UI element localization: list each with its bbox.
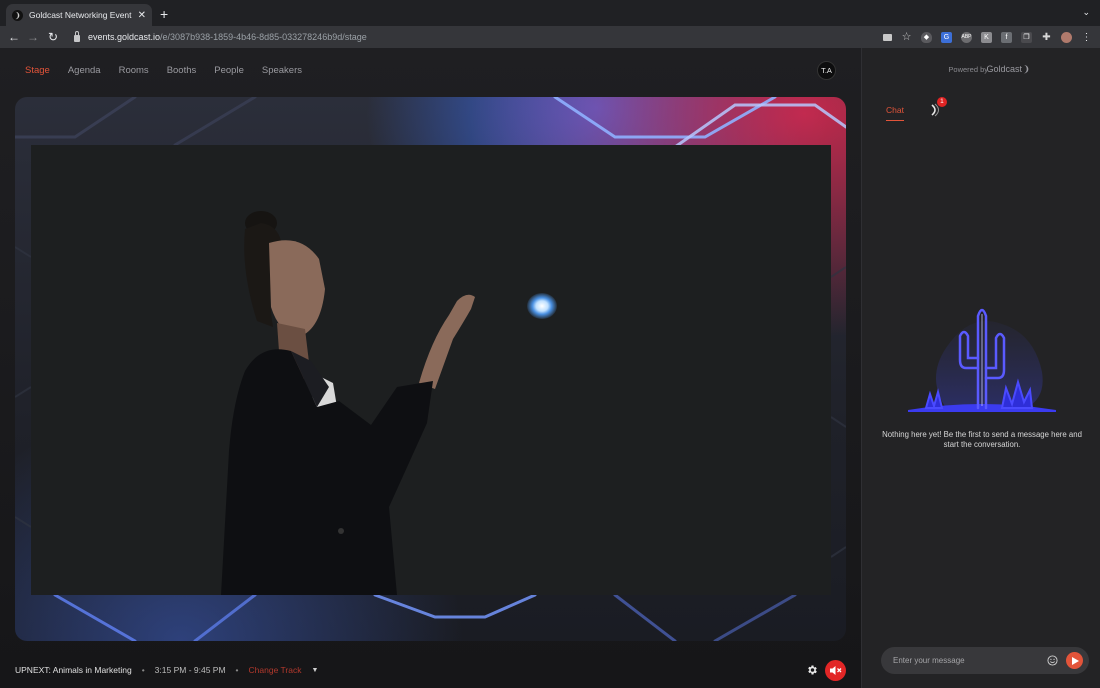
send-message-button[interactable] <box>1066 652 1083 669</box>
copy-icon[interactable]: ❐ <box>1021 31 1032 43</box>
tab-search-chevron-icon[interactable]: ⌄ <box>1082 7 1090 18</box>
stage-backdrop <box>15 97 846 641</box>
event-main-area: Stage Agenda Rooms Booths People Speaker… <box>0 48 861 688</box>
separator-dot: • <box>235 665 239 675</box>
reload-icon[interactable]: ↻ <box>46 30 60 44</box>
video-presenter-figure <box>221 211 475 595</box>
change-track-link[interactable]: Change Track <box>249 665 302 675</box>
back-arrow-icon[interactable]: ← <box>7 30 21 44</box>
empty-cactus-illustration <box>908 308 1056 412</box>
separator-dot: • <box>141 665 145 675</box>
url-domain: events.goldcast.io <box>88 32 161 42</box>
tab-close-icon[interactable]: ✕ <box>138 10 146 21</box>
goldcast-logo-icon: ❩ <box>1022 64 1030 74</box>
speaker-muted-icon <box>830 666 842 675</box>
profile-avatar[interactable] <box>1061 31 1072 43</box>
session-time: 3:15 PM - 9:45 PM <box>154 665 226 675</box>
video-light-orb <box>527 293 557 319</box>
powered-by-label: Powered by <box>948 65 988 74</box>
f-icon[interactable]: f <box>1001 31 1012 43</box>
browser-tab-bar: ❩ Goldcast Networking Event ✕ + ⌄ <box>0 0 1100 26</box>
kebab-menu-icon[interactable]: ⋮ <box>1081 32 1092 43</box>
new-tab-icon[interactable]: + <box>160 6 168 22</box>
shield-icon[interactable]: ◆ <box>921 31 932 43</box>
emoji-icon[interactable] <box>1047 655 1058 666</box>
user-avatar[interactable]: T.A <box>817 61 836 80</box>
caret-down-icon[interactable]: ▼ <box>311 667 318 674</box>
stage-video-player[interactable] <box>31 145 831 595</box>
goldcast-favicon-icon: ❩ <box>12 9 23 21</box>
nav-stage[interactable]: Stage <box>25 65 50 76</box>
url-omnibox[interactable]: events.goldcast.io/e/3087b938-1859-4b46-… <box>68 29 588 45</box>
nav-people[interactable]: People <box>214 65 244 76</box>
nav-speakers[interactable]: Speakers <box>262 65 302 76</box>
nav-agenda[interactable]: Agenda <box>68 65 101 76</box>
nav-booths[interactable]: Booths <box>167 65 197 76</box>
sidebar-tabs: Chat 1 <box>886 97 947 121</box>
browser-address-bar: ← → ↻ events.goldcast.io/e/3087b938-1859… <box>0 26 1100 48</box>
event-nav: Stage Agenda Rooms Booths People Speaker… <box>25 65 302 76</box>
chat-sidebar: Powered by Goldcast ❩ Chat 1 Nothing her… <box>861 48 1100 688</box>
url-path: /e/3087b938-1859-4b46-8d85-033278246b9d/… <box>160 32 367 42</box>
message-composer <box>881 647 1089 674</box>
notification-count-badge: 1 <box>936 97 947 107</box>
browser-tab[interactable]: ❩ Goldcast Networking Event ✕ <box>6 4 152 26</box>
k-icon[interactable]: K <box>981 31 992 43</box>
puzzle-icon[interactable]: ✚ <box>1041 32 1052 43</box>
tab-chat[interactable]: Chat <box>886 105 904 121</box>
camera-icon[interactable] <box>883 33 892 41</box>
stage-info-bar: UPNEXT: Animals in Marketing • 3:15 PM -… <box>15 665 318 675</box>
star-icon[interactable]: ☆ <box>901 31 912 43</box>
abp-icon[interactable]: ABP <box>961 31 972 43</box>
settings-gear-icon[interactable] <box>806 664 818 676</box>
translate-icon[interactable]: G <box>941 31 952 43</box>
tab-notifications[interactable]: 1 <box>928 97 947 117</box>
lock-icon[interactable] <box>74 30 80 42</box>
goldcast-brand[interactable]: Goldcast <box>986 64 1022 74</box>
extension-toolbar: ☆ ◆ G ABP K f ❐ ✚ ⋮ <box>883 30 1092 44</box>
empty-chat-message: Nothing here yet! Be the first to send a… <box>882 430 1082 449</box>
url-text[interactable]: events.goldcast.io/e/3087b938-1859-4b46-… <box>88 32 367 42</box>
upnext-label: UPNEXT: Animals in Marketing <box>15 665 132 675</box>
forward-arrow-icon[interactable]: → <box>26 30 40 44</box>
nav-rooms[interactable]: Rooms <box>119 65 149 76</box>
tab-title: Goldcast Networking Event <box>29 10 132 20</box>
message-input[interactable] <box>893 656 1047 665</box>
mute-toggle-button[interactable] <box>825 660 846 681</box>
